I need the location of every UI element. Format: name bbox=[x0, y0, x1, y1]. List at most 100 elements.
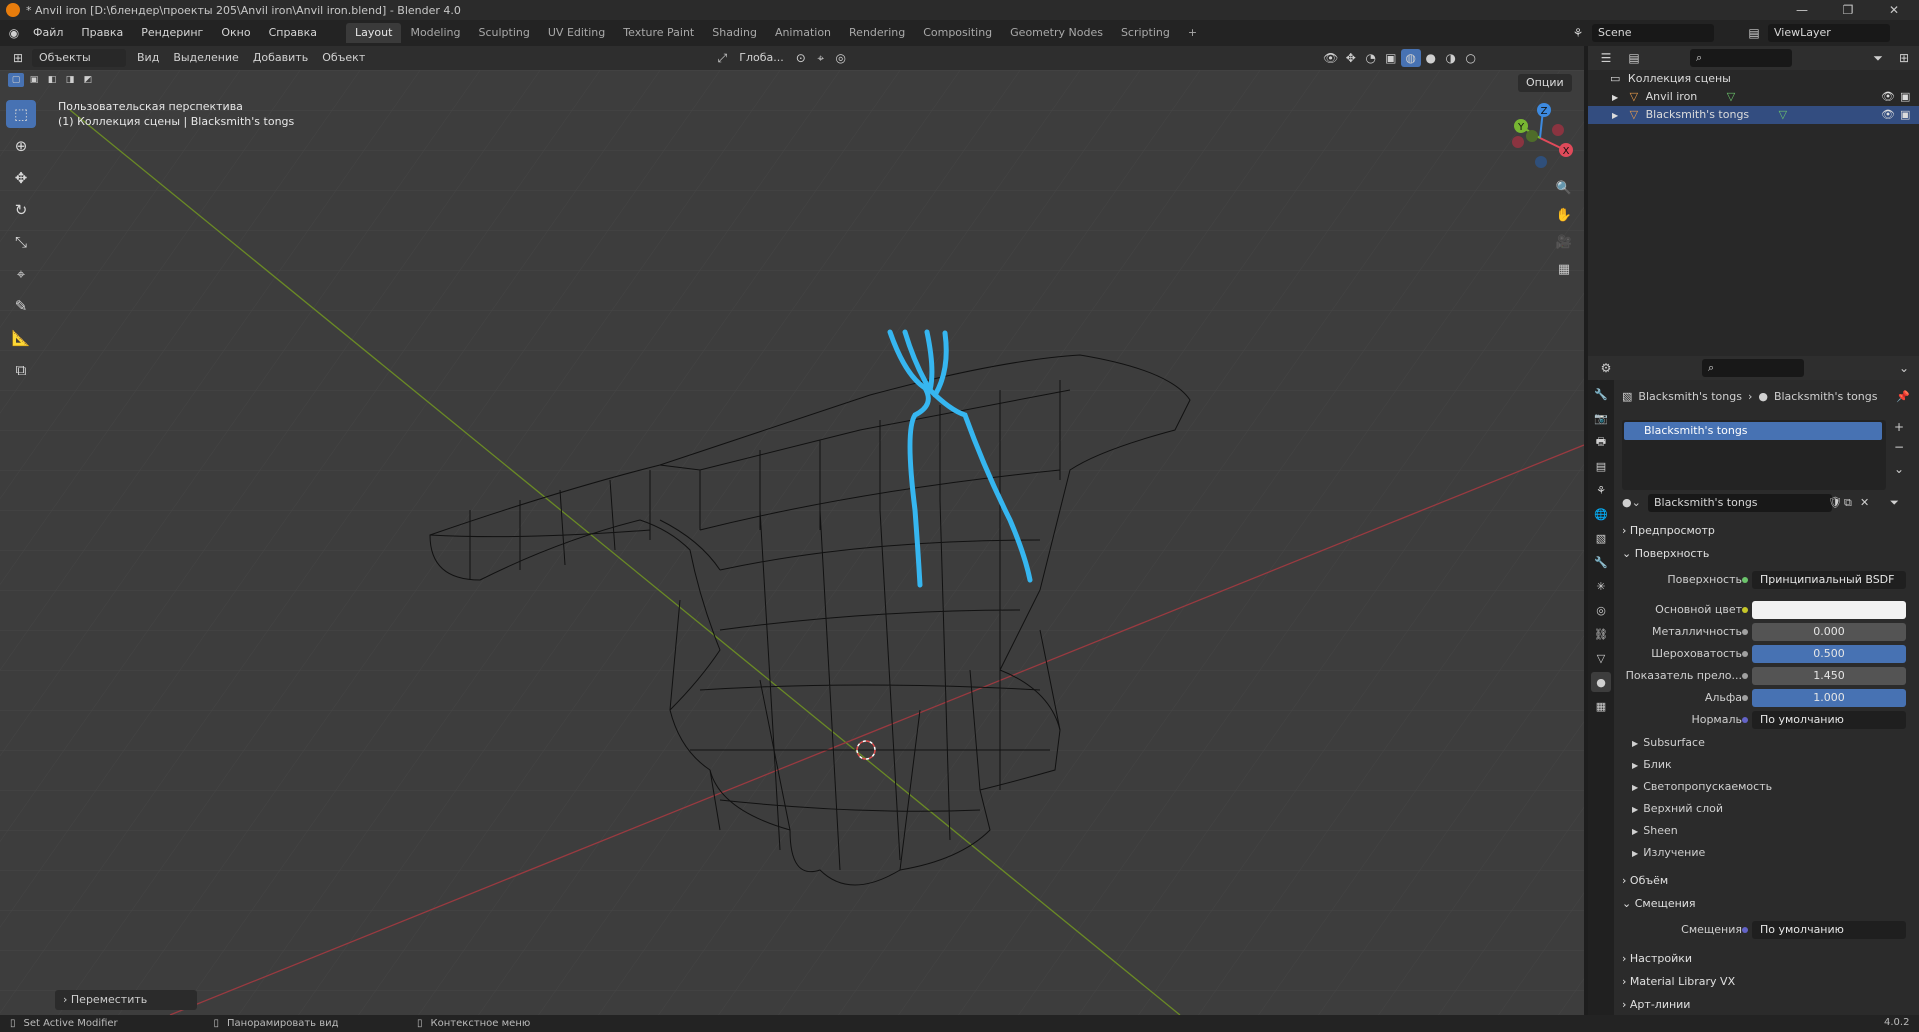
ortho-grid-icon[interactable]: ▦ bbox=[1552, 257, 1576, 281]
roughness-slider[interactable]: 0.500 bbox=[1752, 645, 1906, 663]
render-camera-icon[interactable]: ▣ bbox=[1900, 88, 1910, 106]
duplicate-material-icon[interactable]: ⧉ bbox=[1844, 496, 1852, 510]
panel-lineart[interactable]: › Арт-линии bbox=[1622, 994, 1912, 1014]
new-collection-icon[interactable]: ⊞ bbox=[1894, 49, 1914, 67]
filter-icon[interactable]: ⏷ bbox=[1868, 49, 1888, 67]
menu-view[interactable]: Вид bbox=[130, 49, 166, 67]
render-tab-icon[interactable]: 📷 bbox=[1591, 408, 1611, 428]
menu-file[interactable]: Файл bbox=[24, 20, 72, 46]
select-new-icon[interactable]: ▢ bbox=[8, 73, 24, 87]
view-layer-field[interactable]: ViewLayer bbox=[1768, 24, 1890, 42]
tab-scripting[interactable]: Scripting bbox=[1112, 23, 1179, 43]
expand-arrow-icon[interactable]: ▶ bbox=[1612, 111, 1618, 120]
panel-surface[interactable]: ⌄ Поверхность bbox=[1622, 543, 1912, 565]
tab-compositing[interactable]: Compositing bbox=[914, 23, 1001, 43]
add-cube-icon[interactable]: ⧉ bbox=[6, 356, 36, 384]
move-icon[interactable]: ✥ bbox=[6, 164, 36, 192]
properties-search-input[interactable]: ⌕ bbox=[1702, 359, 1804, 377]
particles-tab-icon[interactable]: ✳ bbox=[1591, 576, 1611, 596]
material-name-field[interactable]: Blacksmith's tongs bbox=[1648, 494, 1832, 512]
scale-icon[interactable]: ⤡ bbox=[6, 228, 36, 256]
panel-settings[interactable]: › Настройки bbox=[1622, 948, 1912, 970]
data-tab-icon[interactable]: ▽ bbox=[1591, 648, 1611, 668]
menu-add[interactable]: Добавить bbox=[246, 49, 315, 67]
metallic-slider[interactable]: 0.000 bbox=[1752, 623, 1906, 641]
view-layer-tab-icon[interactable]: ▤ bbox=[1591, 456, 1611, 476]
outliner-search-input[interactable]: ⌕ bbox=[1690, 49, 1792, 67]
zoom-icon[interactable]: 🔍 bbox=[1552, 176, 1576, 200]
link-filter-icon[interactable]: ⏷ bbox=[1890, 496, 1899, 510]
menu-help[interactable]: Справка bbox=[260, 20, 326, 46]
texture-tab-icon[interactable]: ▦ bbox=[1591, 696, 1611, 716]
tab-texture-paint[interactable]: Texture Paint bbox=[614, 23, 703, 43]
camera-icon[interactable]: 🎥 bbox=[1552, 230, 1576, 254]
solid-shading-icon[interactable]: ● bbox=[1421, 49, 1441, 67]
world-tab-icon[interactable]: 🌐 bbox=[1591, 504, 1611, 524]
panel-preview[interactable]: › Предпросмотр bbox=[1622, 520, 1912, 542]
object-tab-icon[interactable]: ▧ bbox=[1591, 528, 1611, 548]
tab-geometry-nodes[interactable]: Geometry Nodes bbox=[1001, 23, 1112, 43]
normal-field[interactable]: По умолчанию bbox=[1752, 711, 1906, 729]
tab-layout[interactable]: Layout bbox=[346, 23, 402, 43]
panel-displacement[interactable]: ⌄ Смещения bbox=[1622, 893, 1912, 915]
add-slot-button[interactable]: + bbox=[1894, 420, 1904, 434]
select-intersect-icon[interactable]: ◩ bbox=[80, 73, 96, 87]
snap-icon[interactable]: ⌖ bbox=[811, 49, 831, 67]
outliner-scene-collection[interactable]: ▭ Коллекция сцены bbox=[1588, 70, 1919, 88]
material-tab-icon[interactable]: ● bbox=[1591, 672, 1611, 692]
tab-shading[interactable]: Shading bbox=[703, 23, 766, 43]
subpanel-subsurface[interactable]: ▶ Subsurface bbox=[1632, 733, 1912, 753]
tab-animation[interactable]: Animation bbox=[766, 23, 840, 43]
editor-type-icon[interactable]: ⊞ bbox=[8, 49, 28, 67]
subpanel-transmission[interactable]: ▶ Светопропускаемость bbox=[1632, 777, 1912, 797]
3d-viewport[interactable]: X Z Y bbox=[0, 70, 1584, 1015]
tab-uv-editing[interactable]: UV Editing bbox=[539, 23, 614, 43]
fake-user-icon[interactable]: 🛡 bbox=[1828, 496, 1842, 509]
rotate-icon[interactable]: ↻ bbox=[6, 196, 36, 224]
outliner-item-blacksmiths-tongs[interactable]: ▶ ▽ Blacksmith's tongs ▽ 👁 ▣ bbox=[1588, 106, 1919, 124]
select-box-icon[interactable]: ⬚ bbox=[6, 100, 36, 128]
constraints-tab-icon[interactable]: ⛓ bbox=[1591, 624, 1611, 644]
scene-tab-icon[interactable]: ⚘ bbox=[1591, 480, 1611, 500]
xray-toggle-icon[interactable]: ▣ bbox=[1381, 49, 1401, 67]
modifier-tab-icon[interactable]: 🔧 bbox=[1591, 552, 1611, 572]
options-dropdown[interactable]: Опции bbox=[1518, 74, 1572, 92]
pivot-icon[interactable]: ⊙ bbox=[791, 49, 811, 67]
measure-icon[interactable]: 📐 bbox=[6, 324, 36, 352]
visibility-icon[interactable]: 👁 bbox=[1321, 49, 1341, 67]
pan-hand-icon[interactable]: ✋ bbox=[1552, 203, 1576, 227]
displacement-field[interactable]: По умолчанию bbox=[1752, 921, 1906, 939]
render-camera-icon[interactable]: ▣ bbox=[1900, 106, 1910, 124]
menu-window[interactable]: Окно bbox=[212, 20, 259, 46]
scene-field[interactable]: Scene bbox=[1592, 24, 1714, 42]
proportional-edit-icon[interactable]: ◎ bbox=[831, 49, 851, 67]
outliner-item-anvil-iron[interactable]: ▶ ▽ Anvil iron ▽ 👁 ▣ bbox=[1588, 88, 1919, 106]
menu-select[interactable]: Выделение bbox=[166, 49, 246, 67]
mode-dropdown[interactable]: Объекты bbox=[32, 49, 126, 67]
cursor-icon[interactable]: ⊕ bbox=[6, 132, 36, 160]
transform-orientation-dropdown[interactable]: Глоба... bbox=[732, 49, 790, 67]
pin-icon[interactable]: 📌 bbox=[1896, 390, 1910, 403]
transform-icon[interactable]: ⌖ bbox=[6, 260, 36, 288]
wireframe-shading-icon[interactable]: ◍ bbox=[1400, 49, 1421, 67]
subpanel-specular[interactable]: ▶ Блик bbox=[1632, 755, 1912, 775]
material-browse-icon[interactable]: ●⌄ bbox=[1622, 496, 1641, 509]
minimize-button[interactable]: — bbox=[1779, 0, 1825, 20]
unlink-material-icon[interactable]: ✕ bbox=[1860, 496, 1869, 509]
panel-volume[interactable]: › Объём bbox=[1622, 870, 1912, 892]
alpha-slider[interactable]: 1.000 bbox=[1752, 689, 1906, 707]
visibility-eye-icon[interactable]: 👁 bbox=[1881, 106, 1895, 124]
chevron-down-icon[interactable]: ⌄ bbox=[1894, 359, 1914, 377]
close-button[interactable]: ✕ bbox=[1871, 0, 1917, 20]
select-invert-icon[interactable]: ◨ bbox=[62, 73, 78, 87]
outliner-editor-icon[interactable]: ☰ bbox=[1596, 49, 1616, 67]
tool-tab-icon[interactable]: 🔧 bbox=[1591, 384, 1611, 404]
select-subtract-icon[interactable]: ◧ bbox=[44, 73, 60, 87]
material-shading-icon[interactable]: ◑ bbox=[1441, 49, 1461, 67]
output-tab-icon[interactable]: 🖶 bbox=[1591, 432, 1611, 452]
last-operator-panel[interactable]: › Переместить bbox=[55, 990, 197, 1010]
overlay-toggle-icon[interactable]: ◔ bbox=[1361, 49, 1381, 67]
view-layer-icon[interactable]: ▤ bbox=[1744, 24, 1764, 42]
expand-arrow-icon[interactable]: ▶ bbox=[1612, 93, 1618, 102]
surface-shader-dropdown[interactable]: Принципиальный BSDF bbox=[1752, 571, 1906, 589]
